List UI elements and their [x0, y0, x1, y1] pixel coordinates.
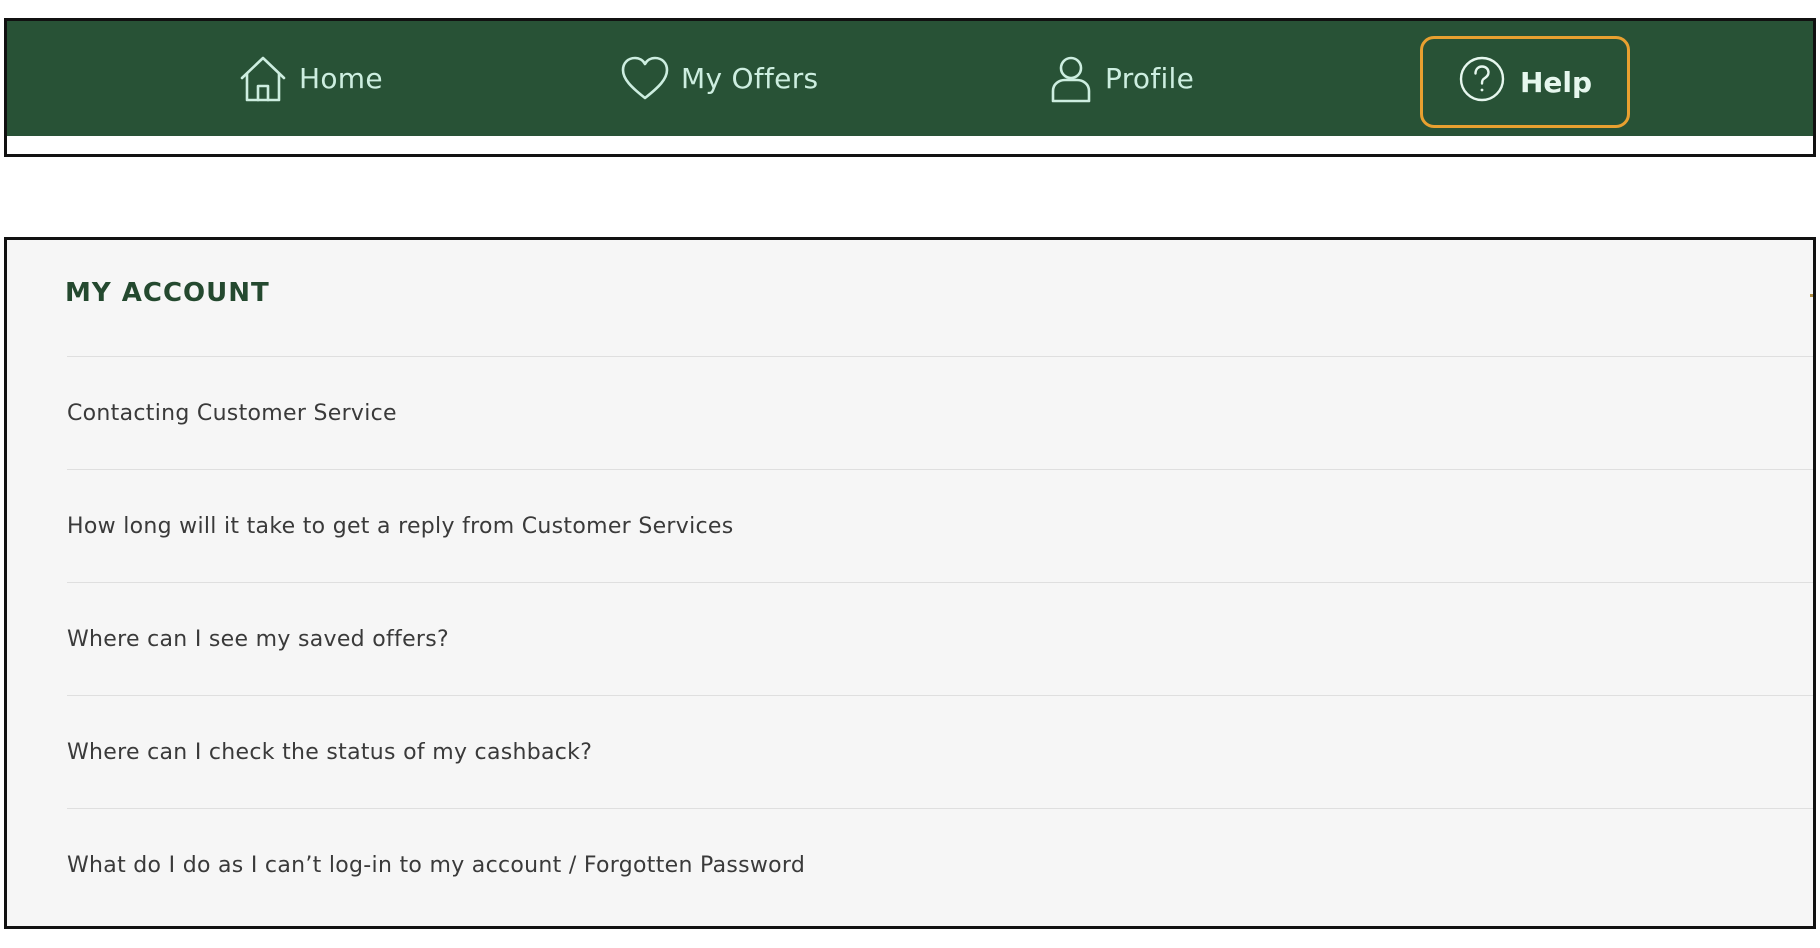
help-label: Help	[1519, 65, 1593, 99]
nav-item-home[interactable]: Home	[237, 21, 383, 136]
nav-item-help[interactable]: Help	[1420, 36, 1630, 128]
faq-item-reply-time[interactable]: How long will it take to get a reply fro…	[67, 469, 1813, 582]
nav-item-label: Home	[299, 62, 383, 95]
faq-item-contacting-customer-service[interactable]: Contacting Customer Service	[67, 356, 1813, 469]
top-navigation: Home My Offers Profile Help	[4, 18, 1816, 157]
faq-item-saved-offers[interactable]: Where can I see my saved offers?	[67, 582, 1813, 695]
nav-bar: Home My Offers Profile Help	[7, 21, 1813, 136]
section-title: MY ACCOUNT	[65, 278, 270, 308]
faq-item-cashback-status[interactable]: Where can I check the status of my cashb…	[67, 695, 1813, 808]
home-icon	[237, 53, 289, 105]
nav-item-label: Profile	[1105, 62, 1195, 95]
user-icon	[1047, 53, 1095, 105]
nav-item-my-offers[interactable]: My Offers	[619, 21, 818, 136]
faq-section: MY ACCOUNT Contacting Customer Service H…	[4, 237, 1816, 929]
heart-icon	[619, 53, 671, 105]
nav-item-label: My Offers	[681, 62, 819, 95]
faq-item-forgotten-password[interactable]: What do I do as I can’t log-in to my acc…	[67, 808, 1813, 921]
faq-list: Contacting Customer Service How long wil…	[67, 356, 1813, 921]
decorative-mark	[1810, 294, 1813, 297]
nav-item-profile[interactable]: Profile	[1047, 21, 1194, 136]
question-circle-icon	[1458, 55, 1506, 110]
